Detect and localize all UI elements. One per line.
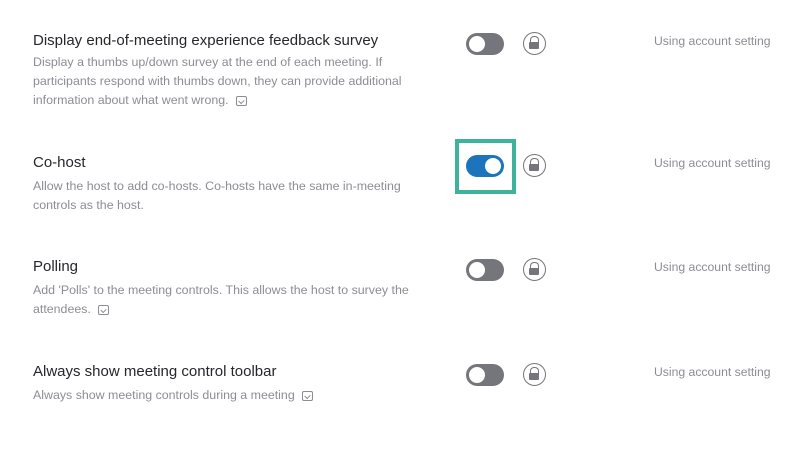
setting-description: Always show meeting controls during a me… [33, 386, 438, 405]
setting-title: Co-host [33, 154, 86, 171]
meeting-settings-panel: Display end-of-meeting experience feedba… [0, 0, 800, 450]
toggle-knob [469, 367, 485, 383]
setting-title: Always show meeting control toolbar [33, 363, 277, 380]
setting-title: Polling [33, 258, 79, 275]
lock-body [529, 268, 539, 275]
setting-status: Using account setting [654, 260, 771, 274]
setting-description-text: Add 'Polls' to the meeting controls. Thi… [33, 283, 409, 316]
setting-title: Display end-of-meeting experience feedba… [33, 32, 379, 49]
lock-icon[interactable] [523, 363, 546, 386]
control-toolbar-toggle[interactable] [466, 364, 504, 386]
setting-status: Using account setting [654, 156, 771, 170]
setting-description-text: Allow the host to add co-hosts. Co-hosts… [33, 179, 401, 212]
setting-status: Using account setting [654, 34, 771, 48]
info-icon[interactable] [235, 96, 247, 106]
feedback-survey-toggle[interactable] [466, 33, 504, 55]
setting-description: Allow the host to add co-hosts. Co-hosts… [33, 177, 438, 215]
co-host-toggle[interactable] [466, 155, 504, 177]
lock-body [529, 164, 539, 171]
setting-status: Using account setting [654, 365, 771, 379]
setting-description-text: Always show meeting controls during a me… [33, 388, 295, 402]
toggle-knob [469, 262, 485, 278]
info-icon[interactable] [97, 305, 109, 315]
lock-body [529, 373, 539, 380]
lock-icon[interactable] [523, 32, 546, 55]
polling-toggle[interactable] [466, 259, 504, 281]
lock-icon[interactable] [523, 258, 546, 281]
toggle-knob [485, 158, 501, 174]
lock-body [529, 42, 539, 49]
setting-description: Display a thumbs up/down survey at the e… [33, 53, 438, 110]
info-icon[interactable] [301, 391, 313, 401]
setting-description-text: Display a thumbs up/down survey at the e… [33, 55, 402, 107]
lock-icon[interactable] [523, 154, 546, 177]
setting-description: Add 'Polls' to the meeting controls. Thi… [33, 281, 438, 319]
toggle-knob [469, 36, 485, 52]
